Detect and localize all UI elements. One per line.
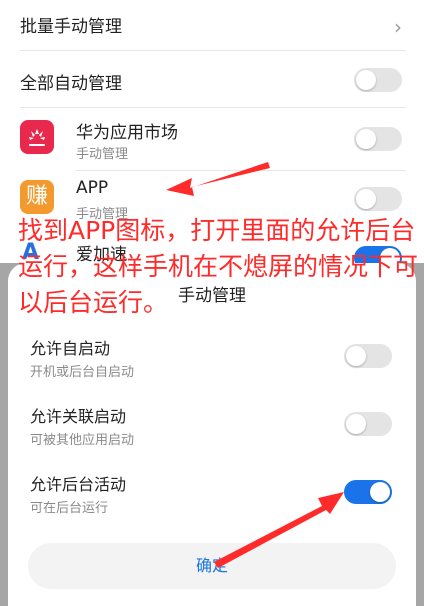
batch-manage-row[interactable]: 批量手动管理 › [0,0,424,50]
linked-start-toggle[interactable] [344,412,392,436]
annotation-text: 找到APP图标，打开里面的允许后台运行，这样手机在不熄屏的情况下可以后台运行。 [18,216,419,317]
app-status: 手动管理 [76,147,129,162]
app-row-huawei[interactable]: 华为应用市场 手动管理 [0,108,424,170]
option-row[interactable]: 允许自启动 开机或后台自启动 [8,331,416,385]
option-desc: 可被其他应用启动 [30,433,135,448]
huawei-appgallery-icon [20,120,54,154]
all-auto-manage-label: 全部自动管理 [20,74,122,94]
app-name: 华为应用市场 [76,123,178,143]
confirm-button[interactable]: 确定 [28,543,396,589]
auto-start-toggle[interactable] [344,344,392,368]
app-name: APP [76,178,109,198]
app-toggle[interactable] [354,187,402,211]
zhuan-app-icon: 赚 [20,180,54,214]
app-toggle[interactable] [354,127,402,151]
option-label: 允许自启动 [30,339,111,358]
option-row[interactable]: 允许关联启动 可被其他应用启动 [8,399,416,453]
option-label: 允许关联启动 [30,407,127,426]
batch-manage-label: 批量手动管理 [20,17,122,37]
all-auto-manage-row: 全部自动管理 [0,51,424,107]
option-desc: 可在后台运行 [30,501,109,516]
background-activity-toggle[interactable] [344,480,392,504]
option-label: 允许后台活动 [30,475,127,494]
option-row[interactable]: 允许后台活动 可在后台运行 [8,467,416,521]
chevron-right-icon: › [394,15,402,39]
option-desc: 开机或后台自启动 [30,365,135,380]
all-auto-manage-toggle[interactable] [354,68,402,92]
